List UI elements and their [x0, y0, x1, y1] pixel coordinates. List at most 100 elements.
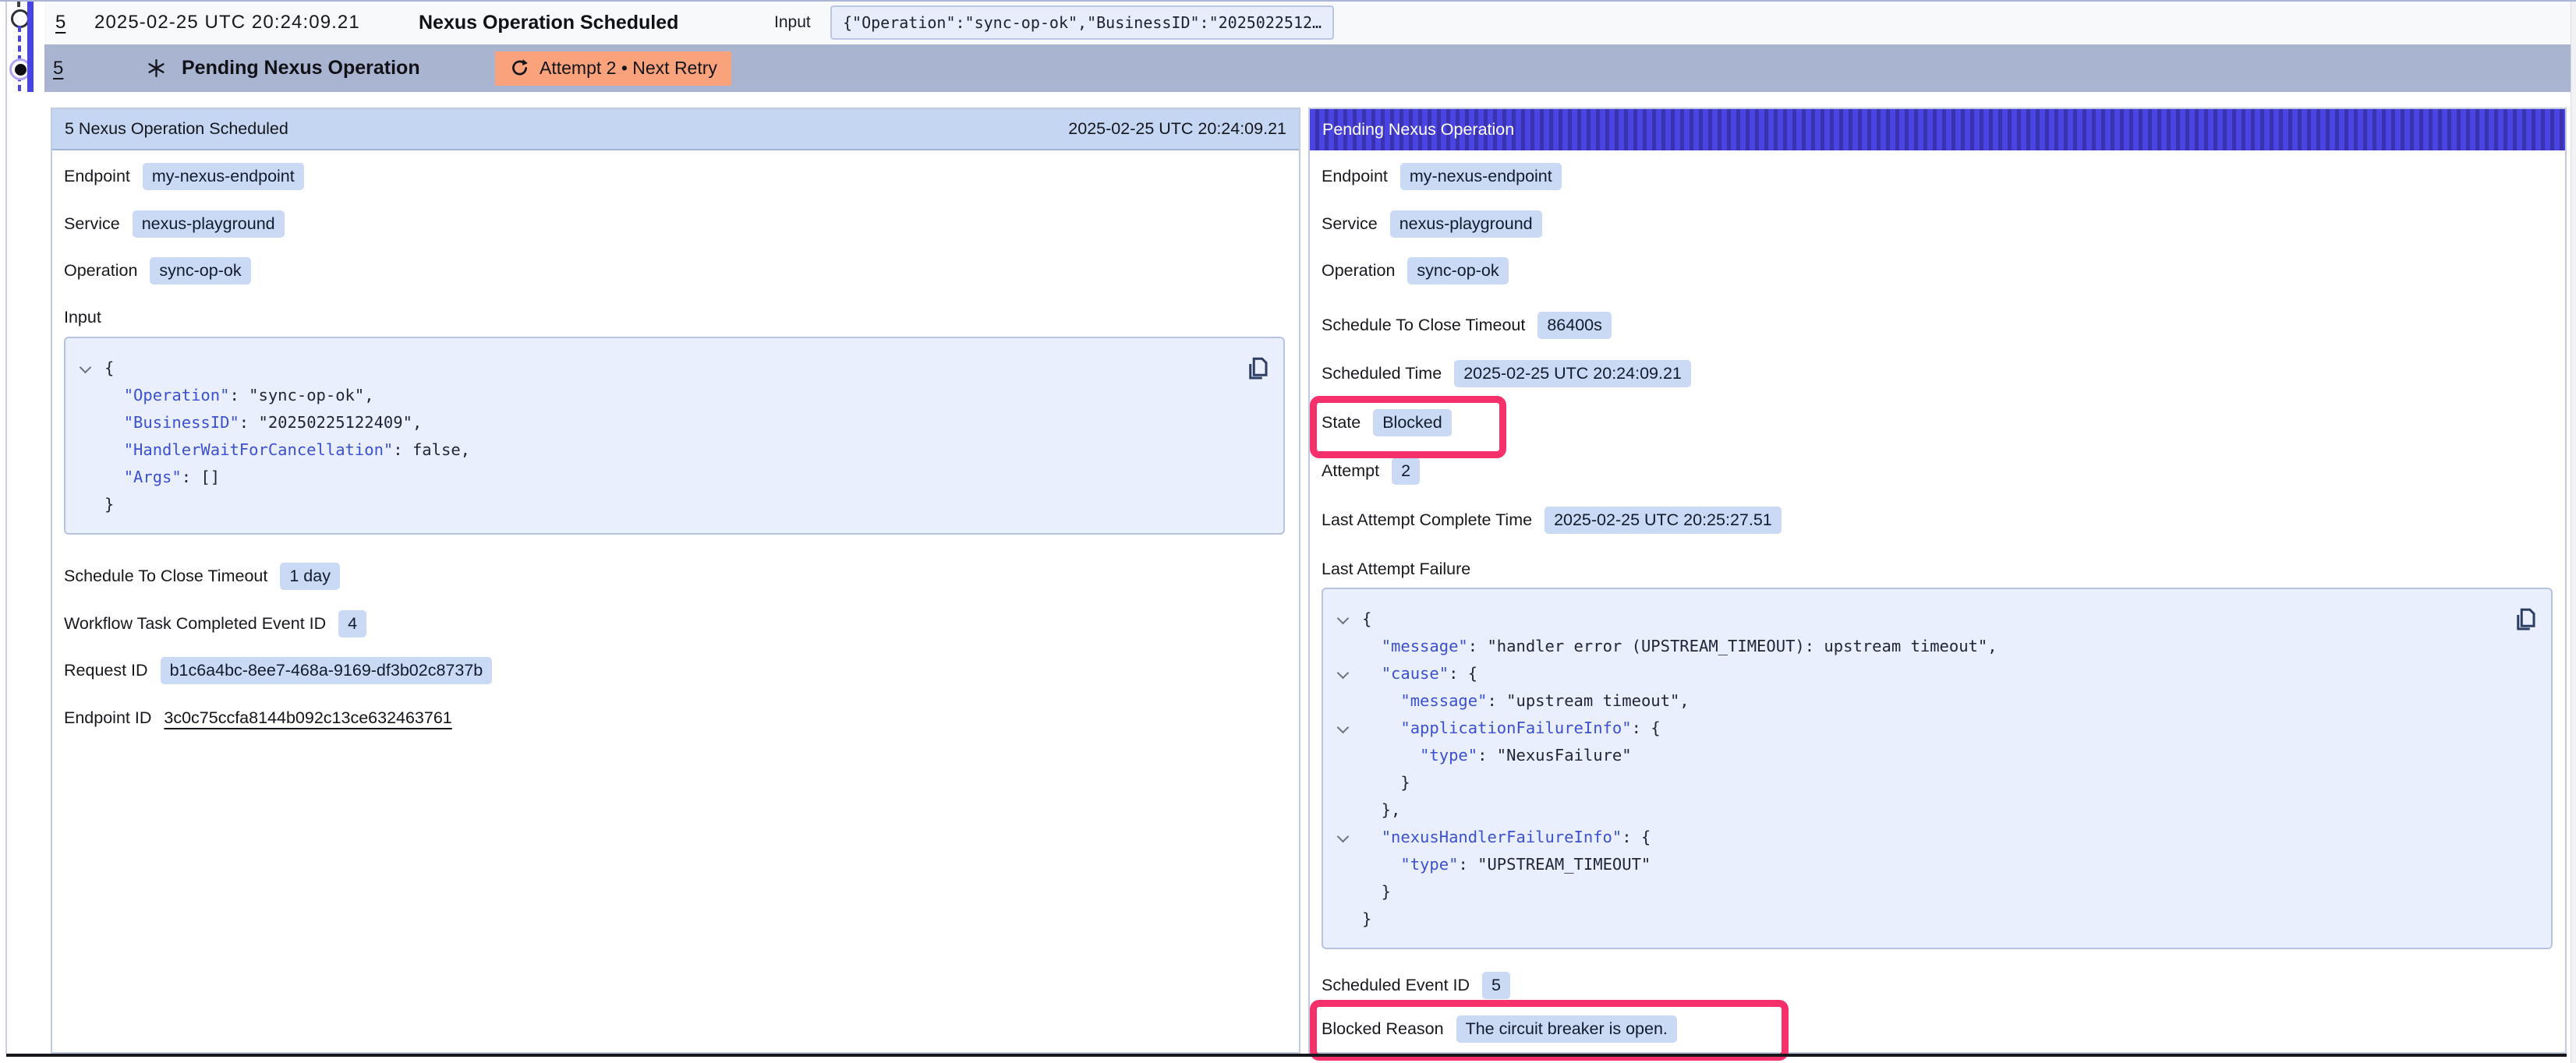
field-request-id: Request ID b1c6a4bc-8ee7-468a-9169-df3b0…	[64, 654, 492, 687]
field-operation: Operation sync-op-ok	[64, 254, 251, 287]
field-label: Blocked Reason	[1322, 1019, 1444, 1039]
pending-id-link[interactable]: 5	[53, 44, 63, 92]
event-row-pending-nexus-operation[interactable]: 5 Pending Nexus Operation Attempt 2 • Ne…	[44, 44, 2571, 92]
field-label: Last Attempt Failure	[1322, 560, 1470, 579]
retry-badge[interactable]: Attempt 2 • Next Retry	[495, 44, 731, 92]
pending-title: Pending Nexus Operation	[182, 44, 420, 92]
field-workflow-task-completed-event-id: Workflow Task Completed Event ID 4	[64, 607, 366, 640]
field-schedule-to-close-timeout: Schedule To Close Timeout 1 day	[64, 560, 340, 592]
right-panel-header: Pending Nexus Operation	[1310, 109, 2565, 150]
field-last-attempt-failure-label: Last Attempt Failure	[1322, 553, 1470, 585]
blocked-reason-chip: The circuit breaker is open.	[1456, 1015, 1677, 1043]
code-text: },	[1362, 800, 1400, 819]
field-service: Service nexus-playground	[64, 207, 285, 240]
code-text: }	[104, 495, 114, 514]
code-line: },	[1336, 796, 2539, 823]
field-label: Operation	[64, 261, 137, 281]
field-value-chip: 4	[338, 610, 366, 637]
code-line: "type": "NexusFailure"	[1336, 741, 2539, 768]
code-line: "applicationFailureInfo": {	[1336, 714, 2539, 741]
field-label: Endpoint ID	[64, 708, 151, 728]
selected-event-indicator-bar	[27, 2, 34, 92]
collapse-chevron-icon[interactable]	[1336, 669, 1362, 677]
workflow-history-screen: 5 2025-02-25 UTC 20:24:09.21 Nexus Opera…	[0, 0, 2576, 1063]
endpoint-id-link[interactable]: 3c0c75ccfa8144b092c13ce632463761	[164, 708, 451, 728]
code-line: }	[78, 490, 1271, 517]
field-endpoint-id: Endpoint ID 3c0c75ccfa8144b092c13ce63246…	[64, 701, 452, 734]
scrollbar-track[interactable]	[2571, 2, 2576, 1063]
field-value-chip: my-nexus-endpoint	[1400, 163, 1562, 190]
collapse-chevron-icon[interactable]	[1336, 832, 1362, 841]
code-line: "message": "handler error (UPSTREAM_TIME…	[1336, 632, 2539, 659]
field-endpoint: Endpoint my-nexus-endpoint	[64, 160, 304, 192]
code-text: "nexusHandlerFailureInfo": {	[1362, 828, 1651, 846]
field-label: Input	[64, 308, 101, 327]
code-text: "HandlerWaitForCancellation": false,	[104, 440, 470, 459]
left-panel-title: 5 Nexus Operation Scheduled	[65, 119, 288, 139]
event-id-link[interactable]: 5	[55, 2, 65, 44]
field-label: Scheduled Time	[1322, 364, 1442, 383]
copy-icon[interactable]	[1243, 354, 1271, 383]
code-line: "cause": {	[1336, 659, 2539, 687]
event-row-nexus-operation-scheduled[interactable]: 5 2025-02-25 UTC 20:24:09.21 Nexus Opera…	[44, 2, 2571, 44]
field-value-chip: 5	[1482, 972, 1510, 999]
field-input-label: Input	[64, 301, 101, 334]
code-line: }	[1336, 905, 2539, 932]
code-line: "BusinessID": "20250225122409",	[78, 408, 1271, 436]
last-attempt-failure-json-block: { "message": "handler error (UPSTREAM_TI…	[1322, 588, 2553, 949]
field-label: Service	[1322, 214, 1378, 234]
code-line: "Operation": "sync-op-ok",	[78, 381, 1271, 408]
code-line: "nexusHandlerFailureInfo": {	[1336, 823, 2539, 850]
code-text: "message": "handler error (UPSTREAM_TIME…	[1362, 637, 1997, 655]
field-label: Schedule To Close Timeout	[1322, 316, 1525, 335]
event-timestamp: 2025-02-25 UTC 20:24:09.21	[94, 2, 360, 44]
input-json-block: { "Operation": "sync-op-ok", "BusinessID…	[64, 337, 1285, 535]
field-label: Workflow Task Completed Event ID	[64, 614, 326, 634]
code-line: "message": "upstream timeout",	[1336, 687, 2539, 714]
field-value-chip: my-nexus-endpoint	[143, 163, 304, 190]
code-text: }	[1362, 909, 1371, 928]
field-last-attempt-complete-time: Last Attempt Complete Time 2025-02-25 UT…	[1322, 503, 1782, 536]
code-line: "Args": []	[78, 463, 1271, 490]
field-value-chip: nexus-playground	[133, 210, 285, 238]
field-label: Endpoint	[1322, 167, 1388, 186]
field-value-chip: 2025-02-25 UTC 20:25:27.51	[1545, 507, 1782, 534]
left-panel-timestamp: 2025-02-25 UTC 20:24:09.21	[1068, 119, 1286, 139]
code-text: "Operation": "sync-op-ok",	[104, 386, 374, 404]
event-input-preview-chip[interactable]: {"Operation":"sync-op-ok","BusinessID":"…	[830, 2, 1334, 44]
timeline-tick	[17, 2, 20, 7]
field-label: State	[1322, 413, 1361, 433]
field-value-chip: sync-op-ok	[1407, 257, 1508, 284]
field-value-chip: 86400s	[1537, 312, 1612, 339]
collapse-chevron-icon[interactable]	[78, 363, 104, 372]
section-bottom-border	[6, 1054, 2567, 1057]
collapse-chevron-icon[interactable]	[1336, 723, 1362, 732]
code-text: "message": "upstream timeout",	[1362, 691, 1690, 710]
timeline-rail	[5, 2, 7, 1054]
code-text: {	[104, 358, 114, 377]
field-blocked-reason: Blocked Reason The circuit breaker is op…	[1322, 1012, 1677, 1045]
field-scheduled-time: Scheduled Time 2025-02-25 UTC 20:24:09.2…	[1322, 357, 1691, 390]
field-operation: Operation sync-op-ok	[1322, 254, 1509, 287]
field-endpoint: Endpoint my-nexus-endpoint	[1322, 160, 1562, 192]
code-text: }	[1362, 882, 1391, 901]
code-line: "type": "UPSTREAM_TIMEOUT"	[1336, 850, 2539, 878]
field-label: Schedule To Close Timeout	[64, 567, 267, 586]
field-label: Operation	[1322, 261, 1395, 281]
pending-nexus-operation-panel: Pending Nexus Operation Endpoint my-nexu…	[1308, 108, 2567, 1054]
retry-icon	[509, 58, 530, 79]
timeline-node-dot	[15, 64, 27, 76]
copy-icon[interactable]	[2511, 605, 2539, 634]
code-line: "HandlerWaitForCancellation": false,	[78, 436, 1271, 463]
collapse-chevron-icon[interactable]	[1336, 614, 1362, 623]
right-panel-title: Pending Nexus Operation	[1322, 120, 1514, 139]
field-scheduled-event-id: Scheduled Event ID 5	[1322, 969, 1510, 1001]
code-text: "Args": []	[104, 468, 220, 486]
event-title: Nexus Operation Scheduled	[419, 2, 678, 44]
pending-asterisk-icon	[146, 44, 167, 92]
field-service: Service nexus-playground	[1322, 207, 1542, 240]
code-line: {	[1336, 605, 2539, 632]
field-state: State Blocked	[1322, 406, 1452, 439]
field-value-chip: 1 day	[280, 563, 340, 590]
code-text: "BusinessID": "20250225122409",	[104, 413, 422, 432]
